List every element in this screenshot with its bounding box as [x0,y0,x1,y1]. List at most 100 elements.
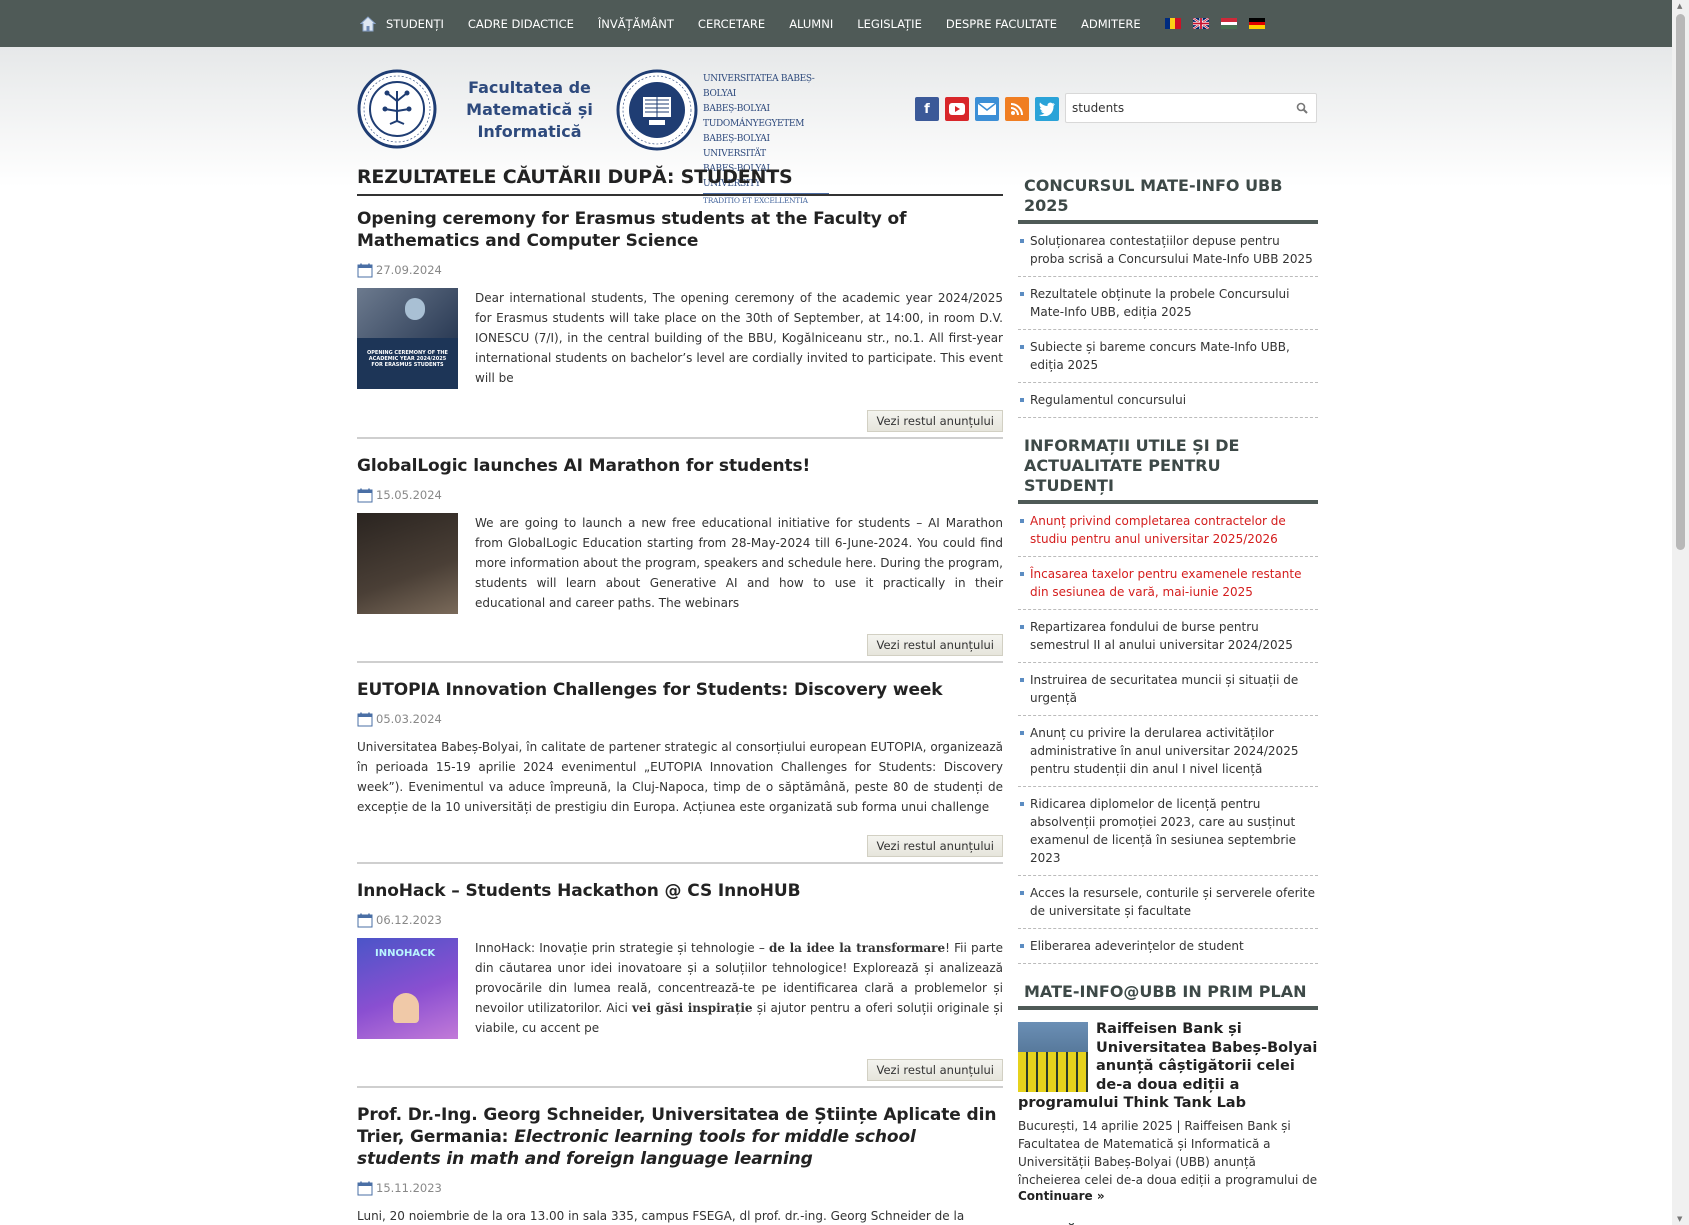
read-more-button[interactable]: Vezi restul anunțului [867,634,1003,656]
nav-item-despre-facultate[interactable]: DESPRE FACULTATE [946,17,1057,31]
article-item: InnoHack – Students Hackathon @ CS InnoH… [357,864,1003,1088]
ubb-logo[interactable] [616,69,698,151]
list-item[interactable]: Eliberarea adeverințelor de student [1018,929,1318,964]
nav-item-admitere[interactable]: ADMITERE [1081,17,1141,31]
read-more-button[interactable]: Vezi restul anunțului [867,1059,1003,1081]
contest-heading: CONCURSUL MATE-INFO UBB 2025 [1018,166,1318,224]
article-title[interactable]: Opening ceremony for Erasmus students at… [357,206,1003,252]
article-title[interactable]: GlobalLogic launches AI Marathon for stu… [357,439,1003,477]
list-item[interactable]: Subiecte și bareme concurs Mate-Info UBB… [1018,330,1318,383]
list-item[interactable]: Regulamentul concursului [1018,383,1318,418]
article-thumbnail[interactable]: OPENING CEREMONY OF THE ACADEMIC YEAR 20… [357,288,458,389]
nav-item-alumni[interactable]: ALUMNI [789,17,833,31]
article-excerpt: Dear international students, The opening… [475,291,1003,385]
article-item: EUTOPIA Innovation Challenges for Studen… [357,663,1003,864]
rss-icon[interactable] [1005,97,1029,121]
article-date: 05.03.2024 [357,711,1003,727]
featured-item: Raiffeisen Bank și Universitatea Babeș-B… [1018,1010,1318,1203]
email-icon[interactable] [975,97,999,121]
home-icon[interactable] [360,15,376,32]
top-navigation-bar: STUDENȚI CADRE DIDACTICE ÎNVĂȚĂMÂNT CERC… [0,0,1672,47]
faculty-logo[interactable] [357,69,437,149]
twitter-icon[interactable] [1035,97,1059,121]
student-info-heading: INFORMAȚII UTILE ȘI DE ACTUALITATE PENTR… [1018,426,1318,504]
list-item[interactable]: Încasarea taxelor pentru examenele resta… [1018,557,1318,610]
page-title: REZULTATELE CĂUTĂRII DUPĂ: STUDENTS [357,166,1003,196]
uk-flag-icon[interactable] [1192,18,1209,29]
featured-image[interactable] [1018,1022,1088,1092]
article-date: 06.12.2023 [357,912,1003,928]
article-date-text: 15.05.2024 [376,488,442,502]
read-more-button[interactable]: Vezi restul anunțului [867,410,1003,432]
scroll-up-icon[interactable]: ▲ [1677,2,1682,10]
calendar-icon [357,1181,373,1195]
ubb-name-de: BABEȘ-BOLYAI UNIVERSITÄT [703,134,770,159]
article-excerpt: InnoHack: Inovație prin strategie și teh… [475,938,1003,1039]
article-excerpt: Universitatea Babeș-Bolyai, în calitate … [357,740,1003,814]
search-results: REZULTATELE CĂUTĂRII DUPĂ: STUDENTS Open… [357,166,1003,1225]
nav-item-studenti[interactable]: STUDENȚI [386,17,444,31]
calendar-icon [357,712,373,726]
article-title[interactable]: EUTOPIA Innovation Challenges for Studen… [357,663,1003,701]
article-title[interactable]: InnoHack – Students Hackathon @ CS InnoH… [357,864,1003,902]
search-icon[interactable] [1296,102,1308,114]
article-title[interactable]: Prof. Dr.-Ing. Georg Schneider, Universi… [357,1088,1003,1170]
thumbnail-caption: OPENING CEREMONY OF THE ACADEMIC YEAR 20… [367,350,448,368]
ubb-name-ro: UNIVERSITATEA BABEȘ-BOLYAI [703,74,815,99]
hu-flag-icon[interactable] [1220,18,1237,30]
faculty-name[interactable]: Facultatea de Matematică și Informatică [462,77,597,143]
student-info-list: Anunț privind completarea contractelor d… [1018,504,1318,964]
list-item[interactable]: Soluționarea contestațiilor depuse pentr… [1018,224,1318,277]
article-item: Opening ceremony for Erasmus students at… [357,206,1003,439]
list-item[interactable]: Repartizarea fondului de burse pentru se… [1018,610,1318,663]
nav-item-cercetare[interactable]: CERCETARE [698,17,765,31]
search-box [1065,93,1317,123]
de-flag-icon[interactable] [1248,18,1265,30]
article-date-text: 15.11.2023 [376,1181,442,1195]
list-item[interactable]: Acces la resursele, conturile și servere… [1018,876,1318,929]
social-icons: f [915,97,1059,121]
search-input[interactable] [1066,94,1281,122]
article-date: 15.05.2024 [357,487,1003,503]
calendar-icon [357,263,373,277]
excerpt-emphasis: de la idee la transformare [769,941,946,955]
calendar-icon [357,488,373,502]
article-date-text: 05.03.2024 [376,712,442,726]
list-item[interactable]: Ridicarea diplomelor de licență pentru a… [1018,787,1318,876]
featured-text: București, 14 aprilie 2025 | Raiffeisen … [1018,1118,1318,1187]
scroll-down-icon[interactable]: ▼ [1677,1215,1682,1223]
excerpt-text: InnoHack: Inovație prin strategie și teh… [475,941,770,955]
article-excerpt: Luni, 20 noiembrie de la ora 13.00 in sa… [357,1209,965,1223]
calendar-icon [357,913,373,927]
article-date-text: 27.09.2024 [376,263,442,277]
nav-item-legislatie[interactable]: LEGISLAȚIE [857,17,922,31]
youtube-icon[interactable] [945,97,969,121]
article-thumbnail[interactable] [357,513,458,614]
ro-flag-icon[interactable] [1164,18,1181,29]
list-item[interactable]: Instruirea de securitatea muncii și situ… [1018,663,1318,716]
thumbnail-caption: INNOHACK [375,948,436,959]
language-flags [1164,18,1265,30]
nav-item-cadre-didactice[interactable]: CADRE DIDACTICE [468,17,574,31]
nav-item-invatamant[interactable]: ÎNVĂȚĂMÂNT [598,17,674,31]
list-item[interactable]: Rezultatele obținute la probele Concursu… [1018,277,1318,330]
list-item[interactable]: Anunț cu privire la derularea activități… [1018,716,1318,787]
article-date: 27.09.2024 [357,262,1003,278]
featured-heading: MATE-INFO@UBB IN PRIM PLAN [1018,972,1318,1010]
contest-list: Soluționarea contestațiilor depuse pentr… [1018,224,1318,418]
article-item: GlobalLogic launches AI Marathon for stu… [357,439,1003,663]
article-thumbnail[interactable]: INNOHACK [357,938,458,1039]
page-scrollbar[interactable]: ▲ ▼ [1672,0,1689,1225]
list-item[interactable]: Anunț privind completarea contractelor d… [1018,504,1318,557]
sidebar: CONCURSUL MATE-INFO UBB 2025 Soluționare… [1018,166,1318,1225]
scrollbar-thumb[interactable] [1676,14,1685,550]
article-date-text: 06.12.2023 [376,913,442,927]
facebook-icon[interactable]: f [915,97,939,121]
read-more-button[interactable]: Vezi restul anunțului [867,835,1003,857]
continue-link[interactable]: Continuare » [1018,1189,1318,1203]
article-excerpt: We are going to launch a new free educat… [475,516,1003,610]
article-date: 15.11.2023 [357,1180,1003,1196]
excerpt-emphasis: vei găsi inspirație [632,1001,753,1015]
events-heading: URMĂTOARELE EVENIMENTE [1018,1213,1318,1225]
ubb-name-hu: BABEȘ-BOLYAI TUDOMÁNYEGYETEM [703,104,805,129]
